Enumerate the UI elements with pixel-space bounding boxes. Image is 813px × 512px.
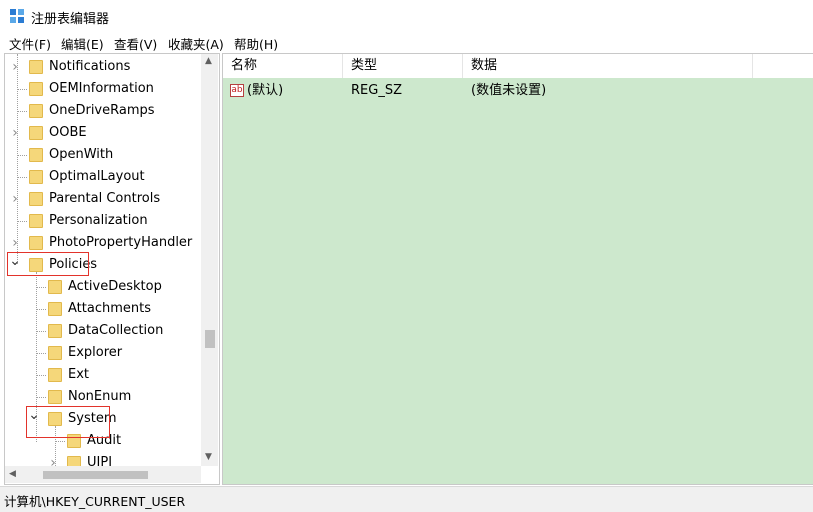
folder-icon (29, 170, 43, 184)
tree-item[interactable]: ActiveDesktop (5, 276, 201, 298)
folder-icon (48, 346, 62, 360)
tree-item-label: OptimalLayout (49, 169, 145, 184)
chevron-right-icon[interactable]: › (9, 188, 21, 210)
tree-item[interactable]: › PhotoPropertyHandler (5, 232, 201, 254)
registry-tree[interactable]: › Notifications OEMInformation OneDriveRamp… (4, 53, 220, 485)
folder-icon (29, 192, 43, 206)
menu-bar: 文件(F) 编辑(E) 查看(V) 收藏夹(A) 帮助(H) (0, 32, 813, 52)
tree-item[interactable]: DataCollection (5, 320, 201, 342)
tree-item[interactable]: Personalization (5, 210, 201, 232)
chevron-right-icon[interactable]: › (9, 122, 21, 144)
tree-item[interactable]: › Parental Controls (5, 188, 201, 210)
tree-connector (36, 331, 46, 332)
tree-connector (55, 441, 65, 442)
tree-item-label: ActiveDesktop (68, 279, 162, 294)
tree-item[interactable]: › OOBE (5, 122, 201, 144)
tree-item[interactable]: Explorer (5, 342, 201, 364)
scroll-left-icon[interactable]: ◀ (9, 469, 16, 479)
column-name[interactable]: 名称 (223, 54, 343, 78)
tree-connector (36, 287, 46, 288)
folder-icon (29, 214, 43, 228)
value-type: REG_SZ (351, 83, 402, 98)
value-name: (默认) (247, 83, 284, 98)
tree-item-label: PhotoPropertyHandler (49, 235, 193, 250)
scroll-thumb-horizontal[interactable] (43, 471, 148, 479)
tree-item-label: Ext (68, 367, 90, 382)
tree-item-label: Explorer (68, 345, 123, 360)
tree-connector (36, 375, 46, 376)
folder-icon (48, 368, 62, 382)
tree-item-label: Personalization (49, 213, 148, 228)
tree-connector (36, 309, 46, 310)
tree-connector (17, 89, 27, 90)
scroll-thumb[interactable] (205, 330, 215, 348)
tree-horizontal-scrollbar[interactable]: ◀ (5, 466, 201, 483)
status-bar: 计算机\HKEY_CURRENT_USER (0, 486, 813, 512)
tree-item[interactable]: OneDriveRamps (5, 100, 201, 122)
menu-file[interactable]: 文件(F) (9, 34, 51, 53)
column-data[interactable]: 数据 (463, 54, 753, 78)
window-title: 注册表编辑器 (31, 12, 110, 27)
tree-connector (17, 155, 27, 156)
tree-item[interactable]: OpenWith (5, 144, 201, 166)
policies-highlight-box (7, 252, 89, 276)
tree-item-label: OOBE (49, 125, 87, 140)
tree-item-label: OEMInformation (49, 81, 154, 96)
menu-edit[interactable]: 编辑(E) (61, 34, 104, 53)
folder-icon (48, 280, 62, 294)
tree-connector (36, 353, 46, 354)
system-highlight-box (26, 406, 110, 438)
folder-icon (48, 324, 62, 338)
tree-item-label: NonEnum (68, 389, 132, 404)
tree-item[interactable]: Attachments (5, 298, 201, 320)
tree-item[interactable]: OptimalLayout (5, 166, 201, 188)
tree-item[interactable]: OEMInformation (5, 78, 201, 100)
value-data: (数值未设置) (471, 83, 547, 98)
folder-icon (29, 148, 43, 162)
tree-item[interactable]: › Notifications (5, 56, 201, 78)
tree-vertical-scrollbar[interactable]: ▲ ▼ (201, 54, 218, 466)
status-path: 计算机\HKEY_CURRENT_USER (4, 494, 186, 509)
menu-help[interactable]: 帮助(H) (234, 34, 278, 53)
scroll-up-icon[interactable]: ▲ (205, 56, 212, 66)
chevron-right-icon[interactable]: › (9, 56, 21, 78)
folder-icon (48, 302, 62, 316)
regedit-icon (10, 9, 24, 23)
tree-connector (36, 397, 46, 398)
folder-icon (29, 82, 43, 96)
folder-icon (29, 104, 43, 118)
values-list[interactable]: 名称 类型 数据 ab (默认) REG_SZ (数值未设置) (222, 53, 813, 485)
folder-icon (29, 126, 43, 140)
menu-view[interactable]: 查看(V) (114, 34, 157, 53)
column-type[interactable]: 类型 (343, 54, 463, 78)
tree-item-label: OneDriveRamps (49, 103, 155, 118)
scroll-down-icon[interactable]: ▼ (205, 452, 212, 462)
tree-item-label: Attachments (68, 301, 151, 316)
tree-item[interactable]: Ext (5, 364, 201, 386)
title-bar: 注册表编辑器 (0, 0, 813, 32)
folder-icon (29, 60, 43, 74)
folder-icon (29, 236, 43, 250)
tree-connector (17, 111, 27, 112)
tree-connector (17, 177, 27, 178)
tree-connector (17, 221, 27, 222)
list-header: 名称 类型 数据 (223, 54, 813, 78)
tree-item-label: Parental Controls (49, 191, 161, 206)
string-value-icon: ab (230, 84, 244, 97)
tree-item-label: DataCollection (68, 323, 164, 338)
tree-item-label: Notifications (49, 59, 131, 74)
menu-favorites[interactable]: 收藏夹(A) (168, 34, 224, 53)
folder-icon (48, 390, 62, 404)
tree-item-label: OpenWith (49, 147, 114, 162)
